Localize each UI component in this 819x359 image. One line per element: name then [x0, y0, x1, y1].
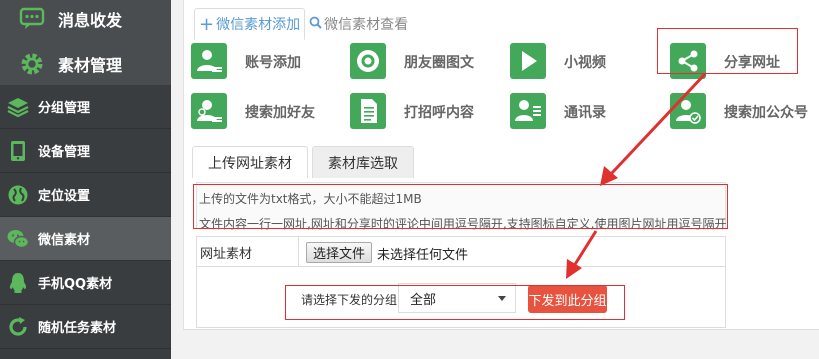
- grid-short-video[interactable]: 小视频: [510, 41, 630, 81]
- tab-label: 微信素材查看: [324, 17, 409, 33]
- official-account-icon: [670, 93, 706, 129]
- chat-icon: [18, 5, 46, 33]
- highlight-box-share: [657, 28, 798, 74]
- grid-label: 打招呼内容: [404, 105, 474, 121]
- plus-icon: +: [199, 13, 215, 35]
- grid-search-friend[interactable]: 搜索加好友: [191, 91, 341, 131]
- globe-icon: [6, 183, 30, 207]
- grid-label: 通讯录: [564, 105, 606, 121]
- file-row: 网址素材 选择文件 未选择任何文件: [197, 237, 725, 267]
- wechat-icon: [6, 227, 30, 251]
- layers-icon: [6, 95, 30, 119]
- qq-icon: [6, 271, 30, 295]
- sidebar-top: 消息收发 素材管理: [0, 0, 171, 85]
- sidebar-item-random-task[interactable]: 随机任务素材: [0, 305, 171, 349]
- contacts-icon: [510, 93, 546, 129]
- search-icon: [309, 16, 322, 33]
- file-label: 网址素材: [197, 237, 299, 267]
- top-tabbar: + 微信素材添加 微信素材查看: [194, 8, 412, 40]
- sidebar-top-item-materials[interactable]: 素材管理: [18, 49, 122, 79]
- sidebar-top-item-messages[interactable]: 消息收发: [18, 4, 122, 34]
- tab-label: 微信素材添加: [216, 17, 301, 33]
- sidebar-top-label: 消息收发: [58, 11, 123, 30]
- search-friend-icon: [191, 93, 227, 129]
- sidebar-top-label: 素材管理: [58, 56, 123, 75]
- sidebar-item-label: 分组管理: [38, 101, 91, 116]
- user-add-icon: [191, 43, 227, 79]
- play-icon: [510, 43, 546, 79]
- sidebar-item-wechat[interactable]: 微信素材: [0, 217, 171, 261]
- gear-icon: [18, 50, 46, 78]
- grid-label: 搜索加好友: [245, 105, 315, 121]
- document-icon: [350, 93, 386, 129]
- sidebar-item-label: 随机任务素材: [38, 321, 117, 336]
- app-root: 消息收发 素材管理 分组管理 设备管理 定位设置 微信素材 手机QQ素材 随机任…: [0, 0, 819, 359]
- sidebar-item-label: 手机QQ素材: [38, 277, 113, 292]
- sidebar-item-qq[interactable]: 手机QQ素材: [0, 261, 171, 305]
- sidebar-item-label: 设备管理: [38, 145, 91, 160]
- grid-label: 朋友圈图文: [404, 55, 474, 71]
- subtabs: 上传网址素材 素材库选取: [192, 146, 418, 178]
- subtab-library[interactable]: 素材库选取: [312, 146, 414, 178]
- tab-wechat-view[interactable]: 微信素材查看: [305, 8, 412, 40]
- sidebar-item-location[interactable]: 定位设置: [0, 173, 171, 217]
- phone-icon: [6, 139, 30, 163]
- grid-moments[interactable]: 朋友圈图文: [350, 41, 500, 81]
- choose-file-button[interactable]: 选择文件: [306, 242, 373, 263]
- sidebar-item-groups[interactable]: 分组管理: [0, 85, 171, 129]
- camera-icon: [350, 43, 386, 79]
- highlight-box-instructions: [193, 184, 728, 229]
- grid-label: 账号添加: [245, 55, 301, 71]
- grid-contacts[interactable]: 通讯录: [510, 91, 630, 131]
- subtab-upload-url[interactable]: 上传网址素材: [192, 146, 308, 178]
- sidebar-item-devices[interactable]: 设备管理: [0, 129, 171, 173]
- sidebar-item-label: 定位设置: [38, 189, 91, 204]
- sidebar: 消息收发 素材管理 分组管理 设备管理 定位设置 微信素材 手机QQ素材 随机任…: [0, 0, 171, 359]
- grid-label: 小视频: [564, 55, 606, 71]
- grid-greeting[interactable]: 打招呼内容: [350, 91, 500, 131]
- tab-wechat-add[interactable]: + 微信素材添加: [194, 8, 306, 40]
- highlight-box-send: [285, 285, 625, 320]
- grid-account-add[interactable]: 账号添加: [191, 41, 341, 81]
- grid-search-official-account[interactable]: 搜索加公众号: [670, 91, 819, 131]
- sidebar-item-label: 微信素材: [38, 233, 91, 248]
- grid-label: 搜索加公众号: [724, 105, 808, 121]
- refresh-icon: [6, 315, 30, 339]
- file-status: 未选择任何文件: [377, 248, 469, 263]
